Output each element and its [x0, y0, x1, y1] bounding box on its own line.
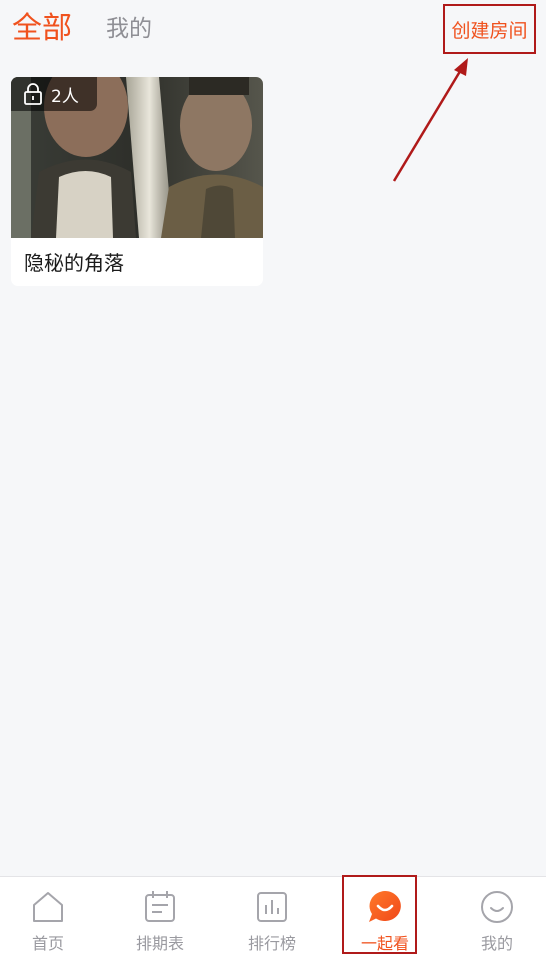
- member-count: 2人: [51, 86, 79, 107]
- nav-label-schedule: 排期表: [135, 934, 184, 953]
- tab-mine[interactable]: 我的: [106, 14, 152, 44]
- room-title: 隐秘的角落: [24, 251, 124, 275]
- bar-chart-icon: [257, 892, 287, 922]
- header-tabs: 全部 我的 创建房间: [0, 0, 546, 62]
- create-room-button[interactable]: 创建房间: [443, 4, 536, 54]
- nav-item-mine[interactable]: 我的: [447, 877, 546, 955]
- nav-label-ranking: 排行榜: [247, 934, 296, 953]
- bottom-nav: 首页 排期表 排行榜 一起看 我的: [0, 876, 546, 955]
- page: 全部 我的 创建房间 2人 隐秘的角落 首页 排期表 排行榜 一起看 我的: [0, 0, 546, 955]
- nav-item-ranking[interactable]: 排行榜: [222, 877, 322, 955]
- nav-item-home[interactable]: 首页: [0, 877, 98, 955]
- lock-icon: [24, 83, 42, 105]
- nav-item-schedule[interactable]: 排期表: [110, 877, 210, 955]
- annotation-arrow-icon: [392, 58, 468, 182]
- home-icon: [33, 892, 63, 922]
- member-badge: 2人: [11, 77, 97, 111]
- nav-label-home: 首页: [31, 934, 64, 953]
- calendar-icon: [145, 891, 175, 922]
- smiley-icon: [481, 891, 513, 923]
- room-card[interactable]: 2人 隐秘的角落: [11, 77, 263, 286]
- nav-item-watch-together[interactable]: 一起看: [335, 877, 435, 955]
- nav-label-mine: 我的: [480, 934, 513, 953]
- chat-bubble-icon: [369, 891, 401, 922]
- tab-all[interactable]: 全部: [12, 10, 72, 48]
- nav-label-watch-together: 一起看: [360, 934, 409, 953]
